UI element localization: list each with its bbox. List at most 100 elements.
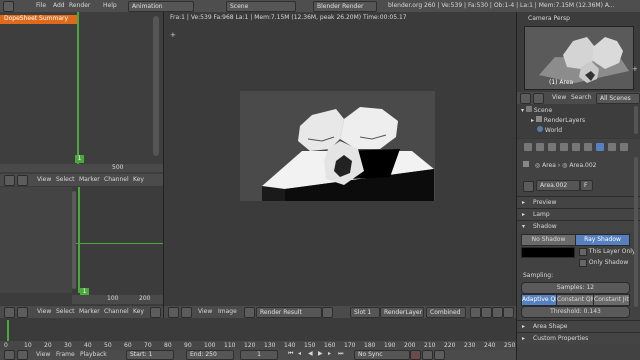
shadow-color-swatch[interactable]: [521, 247, 575, 258]
menu-view[interactable]: View: [37, 307, 51, 317]
scene-select[interactable]: Scene: [226, 1, 296, 12]
collapse-menu-icon[interactable]: [17, 307, 28, 318]
editor-type-icon[interactable]: [168, 307, 179, 318]
render-engine-select[interactable]: Blender Render: [313, 1, 377, 12]
menu-help[interactable]: Help: [103, 1, 117, 11]
channels-icon[interactable]: [503, 307, 514, 318]
pin-icon[interactable]: [322, 307, 333, 318]
collapse-menu-icon[interactable]: [17, 175, 28, 186]
z-buffer-icon[interactable]: [492, 307, 503, 318]
samples-field[interactable]: Samples: 12: [521, 282, 630, 294]
filter-icon[interactable]: [150, 307, 161, 318]
menu-playback[interactable]: Playback: [80, 350, 107, 360]
outliner-filter-select[interactable]: All Scenes: [596, 93, 640, 104]
menu-search[interactable]: Search: [571, 93, 592, 103]
outliner[interactable]: ▾ Scene ▸ RenderLayers World: [517, 104, 640, 138]
this-layer-only-checkbox[interactable]: This Layer Only: [579, 247, 635, 257]
panel-lamp[interactable]: ▸ Lamp: [517, 208, 640, 220]
collapse-menu-icon[interactable]: [17, 350, 28, 360]
jump-end-icon[interactable]: ⏭: [338, 350, 343, 358]
scene-context-icon[interactable]: [536, 143, 544, 151]
outliner-item-scene[interactable]: ▾ Scene: [521, 106, 552, 116]
graph-editor[interactable]: 1 100 200: [0, 187, 163, 305]
dopesheet-summary-row[interactable]: DopeSheet Summary: [0, 15, 78, 24]
collapse-menu-icon[interactable]: [533, 93, 544, 104]
display-mode-icon[interactable]: [470, 307, 481, 318]
start-frame-field[interactable]: Start: 1: [126, 350, 174, 360]
menu-view[interactable]: View: [552, 93, 566, 103]
plus-icon[interactable]: +: [170, 31, 176, 39]
menu-render[interactable]: Render: [69, 1, 90, 11]
editor-type-icon[interactable]: [3, 1, 14, 12]
render-layer-select[interactable]: RenderLayer: [380, 307, 424, 318]
end-frame-field[interactable]: End: 250: [186, 350, 234, 360]
menu-channel[interactable]: Channel: [104, 175, 129, 185]
next-keyframe-icon[interactable]: ▸: [328, 350, 331, 357]
panel-area-shape[interactable]: ▸ Area Shape: [517, 320, 640, 332]
expand-icon[interactable]: ▸: [531, 117, 534, 124]
no-shadow-button[interactable]: No Shadow: [521, 234, 576, 246]
playhead-line[interactable]: [78, 187, 80, 293]
play-icon[interactable]: ▶: [318, 350, 323, 357]
panel-shadow[interactable]: ▾ Shadow: [517, 220, 640, 232]
ray-shadow-button[interactable]: Ray Shadow: [575, 234, 630, 246]
menu-file[interactable]: File: [36, 1, 46, 11]
menu-select[interactable]: Select: [56, 307, 75, 317]
plus-icon[interactable]: +: [632, 65, 638, 73]
prev-keyframe-icon[interactable]: ◂: [298, 350, 301, 357]
dopesheet-scrollbar[interactable]: [153, 16, 159, 156]
lamp-datablock-icon[interactable]: [523, 181, 534, 192]
timeline-editor[interactable]: 0 10 20 30 40 50 60 70 80 90 100 110 120 130 140 150 160…: [0, 318, 516, 350]
menu-view[interactable]: View: [36, 350, 50, 360]
image-name-field[interactable]: Render Result: [256, 307, 322, 318]
slot-select[interactable]: Slot 1: [350, 307, 380, 318]
menu-add[interactable]: Add: [53, 1, 65, 11]
only-shadow-checkbox[interactable]: Only Shadow: [579, 258, 628, 268]
playhead-line[interactable]: [77, 12, 79, 167]
physics-context-icon[interactable]: [620, 143, 628, 151]
constant-jitter-button[interactable]: Constant Jitter: [593, 294, 630, 306]
layout-select[interactable]: Animation: [128, 1, 194, 12]
properties-scrollbar[interactable]: [634, 157, 638, 307]
keying-set-icon[interactable]: [422, 350, 433, 360]
editor-type-icon[interactable]: [520, 93, 531, 104]
datablock-name-field[interactable]: Area.002: [536, 180, 580, 191]
menu-select[interactable]: Select: [56, 175, 75, 185]
menu-view[interactable]: View: [198, 307, 212, 317]
3d-viewport[interactable]: Camera Persp (1) Area +: [517, 12, 640, 92]
properties-editor[interactable]: ◎ Area › ◎ Area.002 Area.002 F ▸ Preview …: [517, 139, 640, 360]
expand-icon[interactable]: ▾: [521, 107, 524, 114]
editor-type-icon[interactable]: [4, 350, 15, 360]
menu-key[interactable]: Key: [133, 307, 144, 317]
render-context-icon[interactable]: [524, 143, 532, 151]
editor-type-icon[interactable]: [4, 175, 15, 186]
world-context-icon[interactable]: [548, 143, 556, 151]
outliner-item-renderlayers[interactable]: ▸ RenderLayers: [531, 116, 585, 126]
object-context-icon[interactable]: [560, 143, 568, 151]
sync-mode-select[interactable]: No Sync: [354, 350, 410, 360]
menu-frame[interactable]: Frame: [56, 350, 75, 360]
alpha-icon[interactable]: [481, 307, 492, 318]
current-frame-field[interactable]: 1: [240, 350, 278, 360]
jump-start-icon[interactable]: ⏮: [288, 350, 293, 358]
constant-qmc-button[interactable]: Constant QMC: [556, 294, 594, 306]
pin-icon[interactable]: [523, 161, 529, 167]
record-icon[interactable]: [410, 350, 421, 360]
menu-channel[interactable]: Channel: [104, 307, 129, 317]
insert-keyframe-icon[interactable]: [434, 350, 445, 360]
menu-image[interactable]: Image: [218, 307, 237, 317]
threshold-field[interactable]: Threshold: 0.143: [521, 306, 630, 318]
editor-type-icon[interactable]: [4, 307, 15, 318]
fake-user-toggle[interactable]: F: [580, 180, 593, 191]
panel-custom-properties[interactable]: ▸ Custom Properties: [517, 332, 640, 344]
image-editor[interactable]: Fra:1 | Ve:539 Fa:968 La:1 | Mem:7.15M (…: [164, 12, 516, 306]
area-divider[interactable]: [163, 12, 164, 318]
menu-marker[interactable]: Marker: [79, 307, 100, 317]
menu-key[interactable]: Key: [133, 175, 144, 185]
panel-preview[interactable]: ▸ Preview: [517, 196, 640, 208]
modifiers-context-icon[interactable]: [584, 143, 592, 151]
texture-context-icon[interactable]: [608, 143, 616, 151]
outliner-item-world[interactable]: World: [531, 126, 562, 136]
image-icon[interactable]: [244, 307, 255, 318]
adaptive-qmc-button[interactable]: Adaptive QM: [521, 294, 557, 306]
